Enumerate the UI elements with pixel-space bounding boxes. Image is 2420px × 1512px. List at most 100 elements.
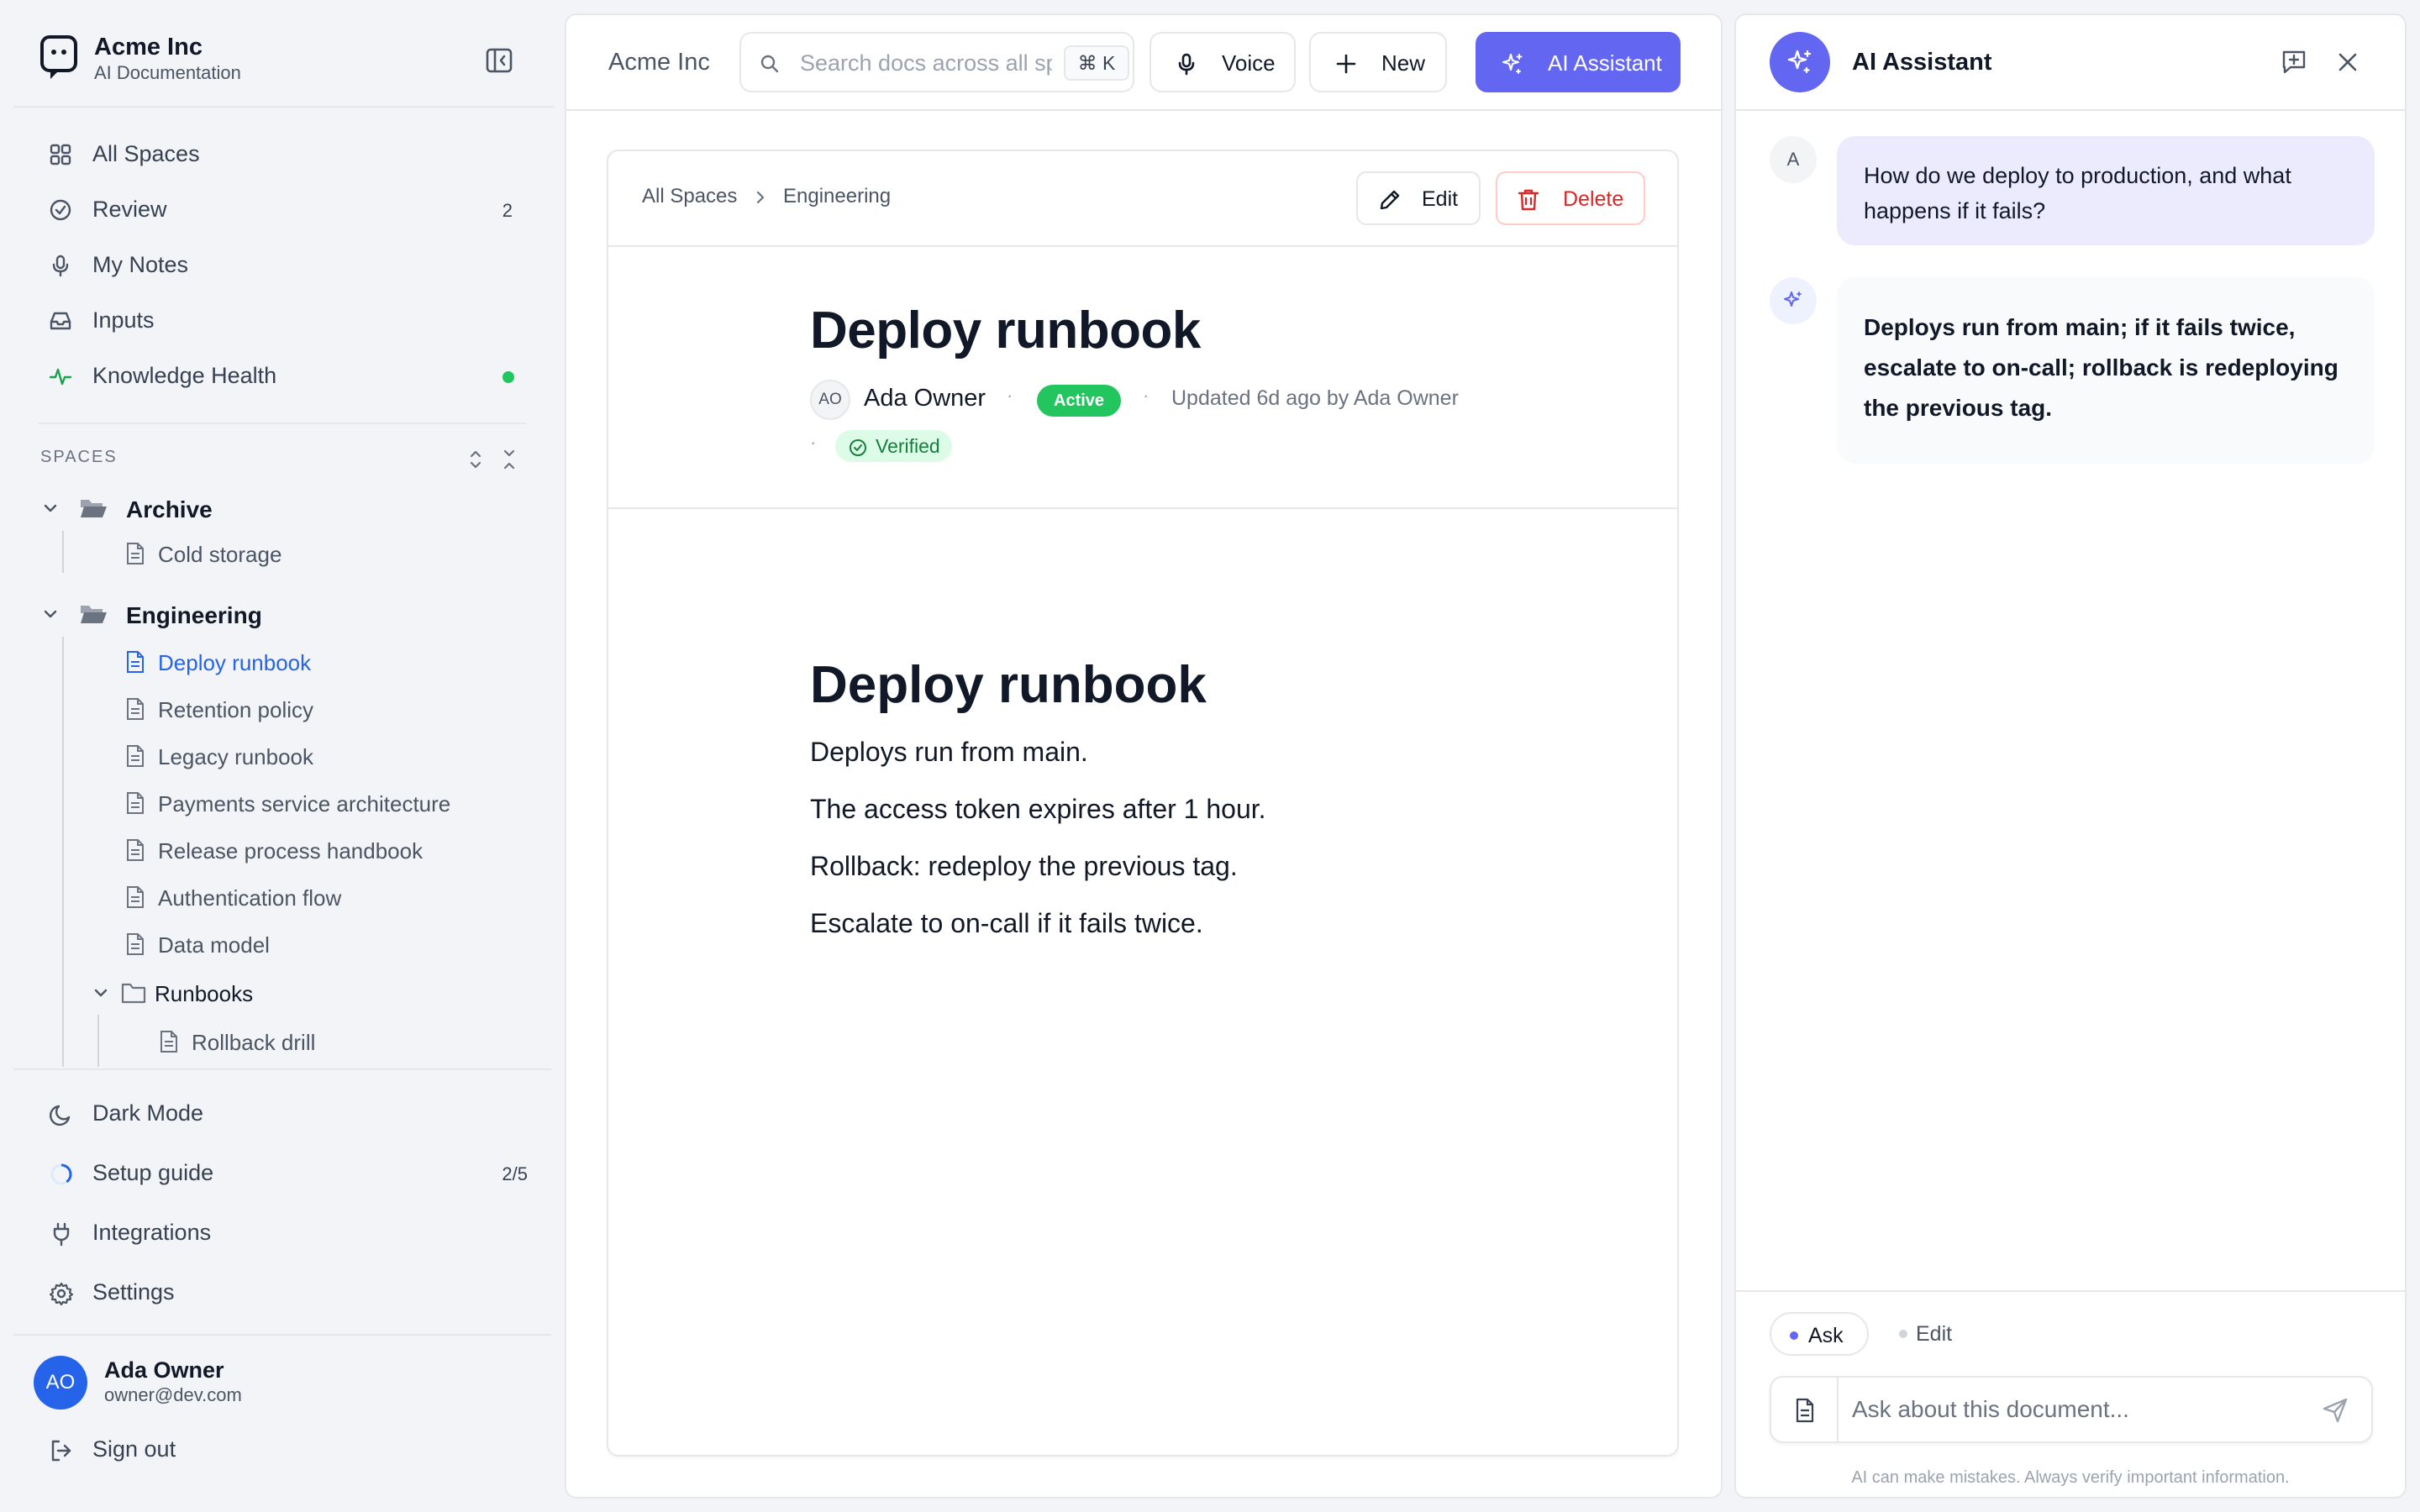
nav-review[interactable]: Review 2	[13, 181, 528, 237]
mode-indicator-dot	[1790, 1331, 1798, 1340]
grid-icon	[50, 144, 71, 165]
nav-label: Setup guide	[92, 1160, 214, 1185]
verified-label: Verified	[876, 435, 940, 457]
document-card: All Spaces Engineering Edit Delete Deplo…	[607, 150, 1679, 1457]
tree-doc-payments-architecture[interactable]: Payments service architecture	[13, 782, 534, 824]
expand-all-icon[interactable]	[466, 449, 486, 470]
ai-panel-title: AI Assistant	[1852, 49, 1992, 76]
tree-doc-rollback-drill[interactable]: Rollback drill	[13, 1021, 534, 1063]
send-icon[interactable]	[2321, 1396, 2349, 1425]
user-avatar[interactable]: AO	[34, 1356, 87, 1410]
breadcrumb-all-spaces[interactable]: All Spaces	[642, 185, 737, 208]
tree-doc-label: Release process handbook	[158, 838, 424, 864]
review-count-badge: 2	[502, 200, 513, 221]
chevron-down-icon	[44, 504, 57, 512]
tree-doc-label: Data model	[158, 932, 270, 958]
tree-doc-release-handbook[interactable]: Release process handbook	[13, 829, 534, 871]
voice-button[interactable]: Voice	[1150, 32, 1296, 92]
plus-icon	[1336, 54, 1356, 74]
tree-doc-retention-policy[interactable]: Retention policy	[13, 688, 534, 730]
new-document-button[interactable]: New	[1309, 32, 1447, 92]
tree-folder-archive[interactable]: Archive	[13, 487, 534, 529]
sign-out-button[interactable]: Sign out	[13, 1420, 528, 1480]
nav-setup-guide[interactable]: Setup guide 2/5	[13, 1143, 528, 1203]
check-circle-icon	[850, 439, 866, 456]
check-circle-icon	[50, 199, 71, 221]
ai-message-avatar	[1770, 277, 1817, 324]
nav-dark-mode[interactable]: Dark Mode	[13, 1084, 528, 1143]
ai-message: Deploys run from main; if it fails twice…	[1837, 277, 2375, 464]
tree-doc-deploy-runbook[interactable]: Deploy runbook	[13, 641, 534, 683]
breadcrumb-engineering[interactable]: Engineering	[783, 185, 891, 208]
body-heading: Deploy runbook	[810, 656, 1207, 714]
meta-separator: ·	[810, 432, 817, 453]
plug-icon	[53, 1222, 70, 1247]
document-icon	[127, 933, 144, 955]
divider	[13, 1334, 551, 1336]
nav-integrations[interactable]: Integrations	[13, 1203, 528, 1263]
nav-label: Integrations	[92, 1220, 212, 1245]
document-icon	[127, 698, 144, 720]
attach-document-button[interactable]	[1771, 1378, 1839, 1441]
ai-assistant-button[interactable]: AI Assistant	[1476, 32, 1681, 92]
edit-button[interactable]: Edit	[1356, 171, 1481, 225]
logo-icon	[40, 35, 77, 79]
search-box[interactable]: Search docs across all spaces ⌘ K	[739, 32, 1134, 92]
brand-header: Acme Inc AI Documentation	[13, 0, 555, 108]
nav-inputs[interactable]: Inputs	[13, 292, 528, 348]
progress-ring-icon	[50, 1163, 72, 1185]
search-icon	[760, 55, 779, 73]
search-input[interactable]: Search docs across all spaces	[800, 50, 1052, 76]
workspace-name: Acme Inc	[608, 49, 710, 76]
sidebar: Acme Inc AI Documentation All Spaces Rev…	[0, 0, 555, 1512]
tree-doc-label: Deploy runbook	[158, 650, 312, 675]
nav-label: My Notes	[92, 252, 189, 277]
inbox-icon	[50, 312, 71, 330]
mode-ask-toggle[interactable]: Ask	[1770, 1312, 1869, 1356]
new-chat-icon[interactable]	[2281, 49, 2307, 76]
sparkles-icon	[1784, 291, 1802, 307]
nav-label: Settings	[92, 1279, 175, 1305]
body-paragraph: The access token expires after 1 hour.	[810, 794, 1266, 824]
voice-label: Voice	[1222, 50, 1276, 76]
health-status-dot	[502, 371, 514, 383]
document-body[interactable]: Deploy runbook Deploys run from main. Th…	[810, 655, 1566, 962]
delete-button[interactable]: Delete	[1496, 171, 1645, 225]
open-folder-icon	[81, 606, 107, 623]
updated-info: Updated 6d ago by Ada Owner	[1171, 386, 1459, 410]
nav-settings[interactable]: Settings	[13, 1263, 528, 1322]
tree-doc-data-model[interactable]: Data model	[13, 923, 534, 965]
tree-folder-label: Engineering	[126, 602, 262, 628]
ask-input[interactable]	[1852, 1389, 2306, 1430]
mode-edit-toggle[interactable]: Edit	[1892, 1312, 1985, 1356]
ai-assistant-panel: AI Assistant A How do we deploy to produ…	[1734, 13, 2407, 1499]
spaces-heading: SPACES	[40, 448, 118, 466]
tree-doc-label: Rollback drill	[192, 1030, 316, 1055]
sidebar-collapse-icon[interactable]	[484, 45, 514, 76]
nav-knowledge-health[interactable]: Knowledge Health	[13, 348, 528, 403]
document-meta: Deploy runbook AO Ada Owner · Active · U…	[608, 247, 1677, 509]
user-message-avatar: A	[1770, 136, 1817, 183]
tree-doc-label: Legacy runbook	[158, 744, 314, 769]
close-icon[interactable]	[2336, 50, 2360, 74]
tree-doc-legacy-runbook[interactable]: Legacy runbook	[13, 735, 534, 777]
sign-out-label: Sign out	[92, 1436, 176, 1462]
mode-label: Ask	[1808, 1324, 1844, 1347]
microphone-icon	[52, 255, 69, 277]
tree-folder-runbooks[interactable]: Runbooks	[13, 972, 534, 1014]
sign-out-icon	[51, 1440, 71, 1462]
pencil-icon	[1380, 190, 1400, 210]
top-bar: Acme Inc Search docs across all spaces ⌘…	[566, 15, 1721, 111]
tree-folder-engineering[interactable]: Engineering	[13, 593, 534, 635]
tree-doc-cold-storage[interactable]: Cold storage	[13, 533, 534, 575]
nav-my-notes[interactable]: My Notes	[13, 237, 528, 292]
nav-label: Knowledge Health	[92, 363, 277, 388]
microphone-icon	[1178, 53, 1195, 76]
brand-name: Acme Inc	[94, 34, 203, 60]
nav-all-spaces[interactable]: All Spaces	[13, 126, 528, 181]
document-icon	[127, 745, 144, 767]
tree-doc-authentication-flow[interactable]: Authentication flow	[13, 876, 534, 918]
owner-avatar: AO	[810, 380, 850, 420]
collapse-all-icon[interactable]	[499, 449, 519, 470]
mode-label: Edit	[1916, 1322, 1953, 1346]
